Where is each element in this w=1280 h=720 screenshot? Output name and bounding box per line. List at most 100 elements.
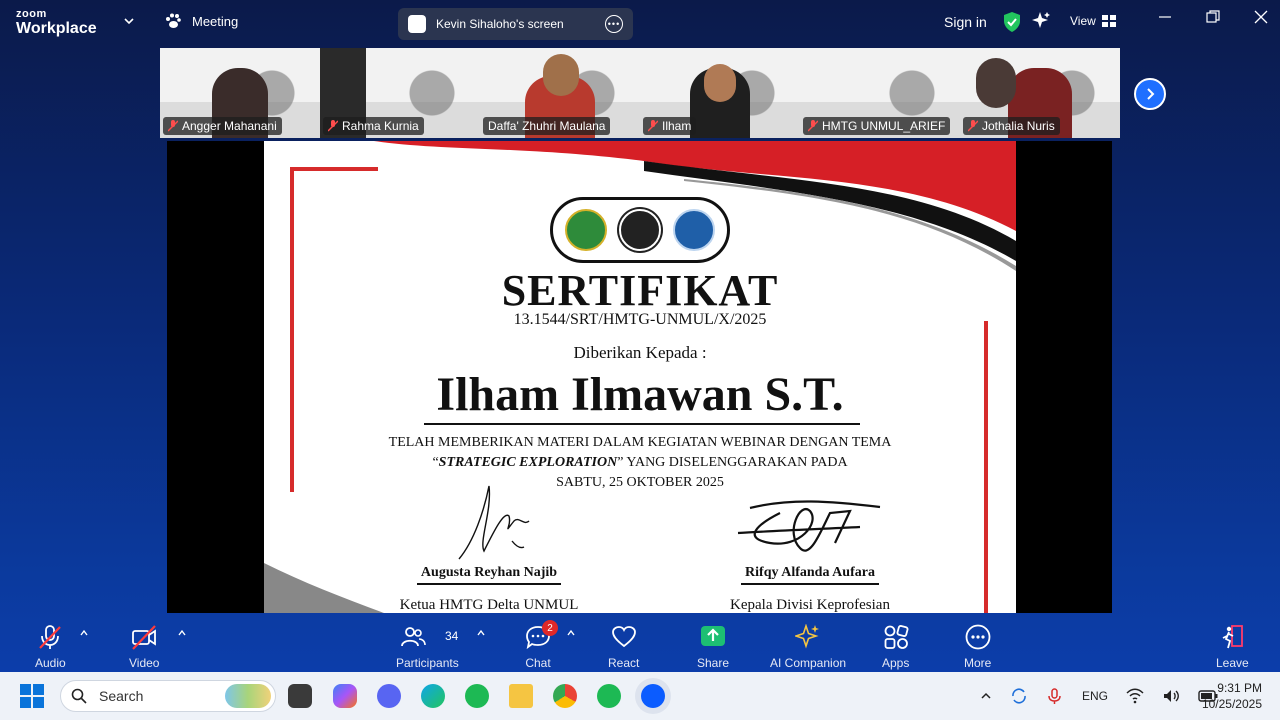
delta-logo	[673, 209, 715, 251]
sign-in-button[interactable]: Sign in	[944, 14, 987, 30]
ai-companion-label: AI Companion	[770, 656, 847, 670]
body-date: SABTU, 25 OKTOBER 2025	[556, 475, 724, 490]
mic-muted-icon	[39, 625, 62, 649]
participants-count: 34	[445, 629, 459, 643]
participant-nametag: Jothalia Nuris	[963, 117, 1060, 135]
video-tile[interactable]: Jothalia Nuris	[960, 48, 1120, 138]
audio-button[interactable]: Audio	[35, 624, 66, 670]
video-tile-active-speaker[interactable]: Daffa' Zhuhri Maulana	[480, 48, 640, 138]
react-label: React	[608, 656, 640, 670]
file-explorer-icon[interactable]	[509, 684, 533, 708]
audio-label: Audio	[35, 656, 66, 670]
restore-icon[interactable]	[1206, 10, 1220, 24]
search-icon	[71, 688, 87, 704]
meeting-toolbar: Audio Video Participants Chat React Shar…	[0, 616, 1280, 672]
participant-name: HMTG UNMUL_ARIEF	[822, 119, 946, 133]
participant-name: Ilham	[662, 119, 692, 133]
minimize-icon[interactable]	[1158, 10, 1172, 24]
zoom-icon[interactable]	[641, 684, 665, 708]
chrome-icon[interactable]	[553, 684, 577, 708]
certificate-body: TELAH MEMBERIKAN MATERI DALAM KEGIATAN W…	[264, 433, 1016, 493]
ai-sparkle-icon[interactable]	[1031, 11, 1051, 31]
participant-nametag: HMTG UNMUL_ARIEF	[803, 117, 951, 135]
chevron-up-icon[interactable]	[177, 628, 187, 638]
apps-button[interactable]: Apps	[882, 624, 909, 670]
chevron-up-icon[interactable]	[476, 628, 486, 638]
ai-sparkle-icon	[795, 624, 820, 649]
chevron-up-icon[interactable]	[79, 628, 89, 638]
signature-2	[737, 500, 881, 552]
signer-1-role: Ketua HMTG Delta UNMUL	[399, 597, 579, 613]
video-button[interactable]: Video	[129, 624, 159, 670]
video-label: Video	[129, 656, 160, 670]
view-button[interactable]: View	[1070, 14, 1116, 28]
hmtg-logo	[619, 209, 661, 251]
chat-label: Chat	[525, 656, 551, 670]
mic-tray-icon[interactable]	[1046, 687, 1064, 705]
edge-icon[interactable]	[421, 684, 445, 708]
language-indicator[interactable]: ENG	[1082, 689, 1108, 703]
react-button[interactable]: React	[608, 624, 639, 670]
discord-icon[interactable]	[377, 684, 401, 708]
brand-bottom: Workplace	[16, 20, 97, 37]
shield-check-icon[interactable]	[1003, 11, 1021, 33]
share-button[interactable]: Share	[697, 624, 729, 670]
participant-hijab	[976, 58, 1016, 108]
spotify-icon[interactable]	[597, 684, 621, 708]
certificate-number: 13.1544/SRT/HMTG-UNMUL/X/2025	[513, 311, 767, 328]
participant-nametag: Daffa' Zhuhri Maulana	[483, 117, 611, 135]
paw-icon	[166, 13, 181, 28]
chevron-up-icon[interactable]	[566, 628, 576, 638]
windows-start-icon[interactable]	[20, 684, 44, 708]
mic-off-icon	[808, 120, 818, 132]
signature-1	[458, 485, 530, 560]
certificate-footer-swoosh	[264, 563, 384, 613]
taskbar-search[interactable]: Search	[60, 680, 276, 712]
meeting-menu[interactable]: Meeting	[164, 12, 238, 30]
leave-button[interactable]: Leave	[1216, 624, 1249, 670]
copilot-icon[interactable]	[333, 684, 357, 708]
video-tile[interactable]: HMTG UNMUL_ARIEF	[800, 48, 960, 138]
more-button[interactable]: More	[964, 624, 991, 670]
mic-off-icon	[168, 120, 178, 132]
video-tile[interactable]: Rahma Kurnia	[320, 48, 480, 138]
view-label: View	[1070, 14, 1096, 28]
sync-icon[interactable]	[1010, 687, 1028, 705]
windows-taskbar: Search ENG 9:31 PM 10/25/2025	[0, 672, 1280, 720]
body-line-1: TELAH MEMBERIKAN MATERI DALAM KEGIATAN W…	[388, 435, 892, 450]
ai-companion-button[interactable]: AI Companion	[770, 624, 846, 670]
participant-name: Jothalia Nuris	[982, 119, 1055, 133]
wifi-icon[interactable]	[1126, 688, 1144, 704]
participants-icon	[401, 627, 427, 647]
clock-date: 10/25/2025	[1201, 697, 1262, 711]
close-icon[interactable]	[1254, 10, 1268, 24]
recipient-name: Ilham Ilmawan S.T.	[436, 368, 844, 421]
shared-screen[interactable]: SERTIFIKAT 13.1544/SRT/HMTG-UNMUL/X/2025…	[167, 141, 1112, 613]
video-tile[interactable]: Angger Mahanani	[160, 48, 320, 138]
task-view-icon[interactable]	[288, 684, 312, 708]
chevron-right-icon	[1147, 88, 1155, 100]
given-to-label: Diberikan Kepada :	[573, 343, 707, 362]
mic-off-icon	[328, 120, 338, 132]
certificate-title: SERTIFIKAT	[501, 266, 779, 315]
share-indicator-icon	[408, 15, 426, 33]
screen-share-banner[interactable]: Kevin Sihaloho's screen •••	[398, 8, 633, 40]
share-label: Share	[697, 656, 730, 670]
search-placeholder: Search	[99, 688, 144, 704]
participant-nametag: Ilham	[643, 117, 697, 135]
video-tile[interactable]: Ilham	[640, 48, 800, 138]
volume-icon[interactable]	[1162, 688, 1180, 704]
participant-video-strip: Angger Mahanani Rahma Kurnia Daffa' Zhuh…	[160, 48, 1120, 138]
chevron-up-icon[interactable]	[980, 690, 992, 702]
video-off-icon	[132, 625, 157, 650]
more-options-icon[interactable]: •••	[605, 15, 623, 33]
chevron-down-icon[interactable]	[122, 14, 136, 28]
logo-group	[550, 197, 730, 263]
apps-icon	[884, 625, 909, 649]
heart-icon	[611, 626, 636, 648]
participant-face	[543, 54, 579, 96]
next-page-button[interactable]	[1134, 78, 1166, 110]
zoom-workplace-logo[interactable]: zoom Workplace	[16, 9, 97, 37]
spotify-icon[interactable]	[465, 684, 489, 708]
taskbar-clock[interactable]: 9:31 PM 10/25/2025	[1202, 680, 1262, 712]
